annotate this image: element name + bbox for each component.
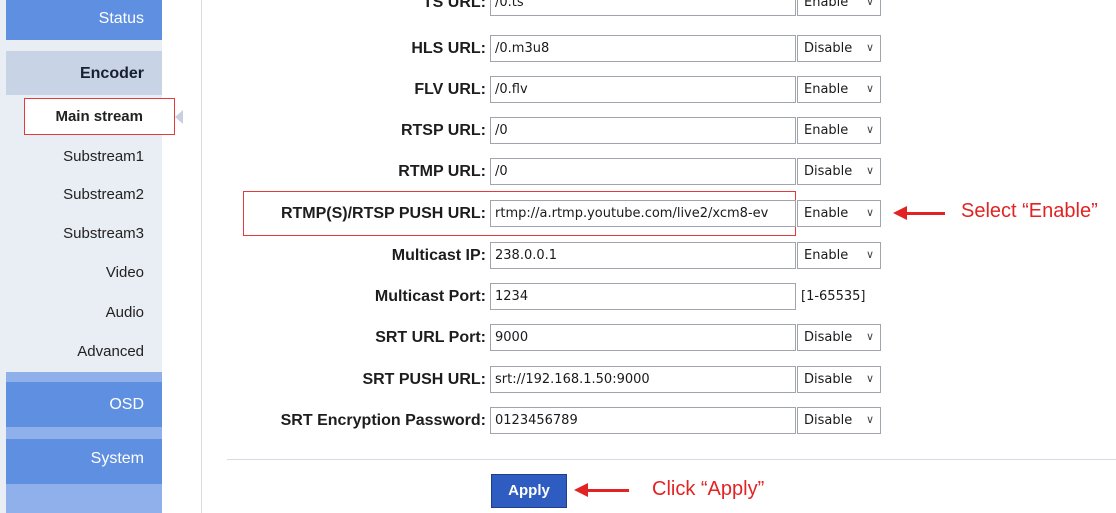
sidebar-item-audio[interactable]: Audio <box>6 294 162 332</box>
field-label: SRT PUSH URL: <box>362 371 486 388</box>
form-row-srt-push-url: SRT PUSH URL: srt://192.168.1.50:9000 Di… <box>202 364 1102 396</box>
sidebar-item-substream2[interactable]: Substream2 <box>6 176 162 214</box>
sidebar-section-label: Encoder <box>79 65 144 82</box>
sidebar-item-label: Status <box>98 10 144 27</box>
field-label: RTSP URL: <box>400 122 486 139</box>
srt-push-url-select[interactable]: Disable ∨ <box>797 366 881 393</box>
sidebar-section-encoder[interactable]: Encoder <box>6 51 162 95</box>
sidebar-item-video[interactable]: Video <box>6 254 162 292</box>
rtsp-url-input[interactable]: /0 <box>490 117 796 144</box>
select-value: Disable <box>804 164 853 179</box>
port-range-hint: [1-65535] <box>801 289 866 304</box>
rtmp-url-select[interactable]: Disable ∨ <box>797 158 881 185</box>
select-value: Enable <box>804 0 849 10</box>
sidebar-item-label: Substream1 <box>63 148 144 165</box>
sidebar-item-system[interactable]: System <box>6 427 162 513</box>
apply-button[interactable]: Apply <box>491 474 567 508</box>
sidebar-item-label: Advanced <box>77 343 144 360</box>
sidebar-item-osd[interactable]: OSD <box>6 372 162 427</box>
field-label: FLV URL: <box>414 81 486 98</box>
select-value: Enable <box>804 82 849 97</box>
sidebar-item-label: OSD <box>109 396 144 413</box>
field-label: Multicast IP: <box>391 247 486 264</box>
sidebar-item-label: Main stream <box>55 108 143 125</box>
sidebar-item-status[interactable]: Status <box>6 0 162 40</box>
sidebar-item-label: Substream3 <box>63 225 144 242</box>
field-label: Multicast Port: <box>374 288 486 305</box>
srt-password-select[interactable]: Disable ∨ <box>797 407 881 434</box>
sidebar-item-label: System <box>90 450 144 467</box>
srt-url-port-input[interactable]: 9000 <box>490 324 796 351</box>
multicast-ip-select[interactable]: Enable ∨ <box>797 242 881 269</box>
rtmp-url-input[interactable]: /0 <box>490 158 796 185</box>
ts-url-select[interactable]: Enable ∨ <box>797 0 881 16</box>
click-apply-arrow-icon <box>574 483 629 497</box>
push-url-select[interactable]: Enable ∨ <box>797 200 881 227</box>
field-label: RTMP URL: <box>398 163 486 180</box>
sidebar-item-substream1[interactable]: Substream1 <box>6 138 162 176</box>
flv-url-input[interactable]: /0.flv <box>490 76 796 103</box>
chevron-down-icon: ∨ <box>865 330 874 343</box>
select-value: Disable <box>804 330 853 345</box>
chevron-down-icon: ∨ <box>865 164 874 177</box>
select-value: Disable <box>804 413 853 428</box>
select-value: Disable <box>804 41 853 56</box>
flv-url-select[interactable]: Enable ∨ <box>797 76 881 103</box>
chevron-down-icon: ∨ <box>865 41 874 54</box>
form-row-flv-url: FLV URL: /0.flv Enable ∨ <box>202 74 1102 106</box>
field-label: HLS URL: <box>411 40 486 57</box>
chevron-down-icon: ∨ <box>865 82 874 95</box>
chevron-down-icon: ∨ <box>865 372 874 385</box>
srt-url-port-select[interactable]: Disable ∨ <box>797 324 881 351</box>
chevron-down-icon: ∨ <box>865 413 874 426</box>
srt-push-url-input[interactable]: srt://192.168.1.50:9000 <box>490 366 796 393</box>
multicast-ip-input[interactable]: 238.0.0.1 <box>490 242 796 269</box>
sidebar-item-label: Video <box>105 264 144 281</box>
sidebar-item-label: Substream2 <box>63 186 144 203</box>
form-row-multicast-ip: Multicast IP: 238.0.0.1 Enable ∨ <box>202 240 1102 272</box>
chevron-down-icon: ∨ <box>865 206 874 219</box>
hls-url-select[interactable]: Disable ∨ <box>797 35 881 62</box>
select-enable-annotation: Select “Enable” <box>961 200 1098 222</box>
sidebar-item-main-stream[interactable]: Main stream <box>24 98 183 135</box>
srt-password-input[interactable]: 0123456789 <box>490 407 796 434</box>
multicast-port-input[interactable]: 1234 <box>490 283 796 310</box>
hls-url-input[interactable]: /0.m3u8 <box>490 35 796 62</box>
sidebar-item-label: Audio <box>105 304 144 321</box>
form-divider <box>227 459 1116 460</box>
form-row-ts-url: TS URL: /0.ts Enable ∨ <box>202 0 1102 19</box>
field-label: SRT Encryption Password: <box>280 412 486 429</box>
chevron-down-icon: ∨ <box>865 248 874 261</box>
field-label: RTMP(S)/RTSP PUSH URL: <box>280 205 486 222</box>
form-row-multicast-port: Multicast Port: 1234 [1-65535] <box>202 281 1102 313</box>
sidebar-item-advanced[interactable]: Advanced <box>6 333 162 371</box>
sidebar-item-substream3[interactable]: Substream3 <box>6 215 162 253</box>
form-row-rtsp-url: RTSP URL: /0 Enable ∨ <box>202 115 1102 147</box>
ts-url-input[interactable]: /0.ts <box>490 0 796 16</box>
form-row-srt-url-port: SRT URL Port: 9000 Disable ∨ <box>202 322 1102 354</box>
sidebar: Status Encoder Main stream Substream1 Su… <box>0 0 183 513</box>
form-row-hls-url: HLS URL: /0.m3u8 Disable ∨ <box>202 33 1102 65</box>
form-row-srt-password: SRT Encryption Password: 0123456789 Disa… <box>202 405 1102 437</box>
select-value: Disable <box>804 372 853 387</box>
select-enable-arrow-icon <box>893 206 945 220</box>
click-apply-annotation: Click “Apply” <box>652 478 765 500</box>
select-value: Enable <box>804 206 849 221</box>
field-label: TS URL: <box>422 0 486 11</box>
select-value: Enable <box>804 123 849 138</box>
select-value: Enable <box>804 248 849 263</box>
chevron-down-icon: ∨ <box>865 0 874 8</box>
field-label: SRT URL Port: <box>375 329 486 346</box>
chevron-down-icon: ∨ <box>865 123 874 136</box>
active-caret-icon <box>175 110 183 124</box>
rtsp-url-select[interactable]: Enable ∨ <box>797 117 881 144</box>
form-row-rtmp-url: RTMP URL: /0 Disable ∨ <box>202 156 1102 188</box>
push-url-input[interactable]: rtmp://a.rtmp.youtube.com/live2/xcm8-ev <box>490 200 796 227</box>
